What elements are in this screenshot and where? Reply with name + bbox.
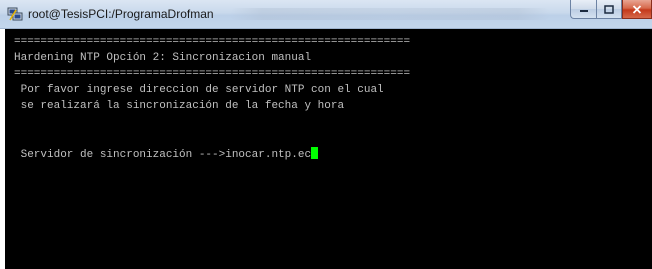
close-button[interactable] — [622, 0, 652, 19]
minimize-icon — [579, 10, 588, 12]
heading-line: Hardening NTP Opción 2: Sincronizacion m… — [14, 52, 312, 64]
input-line[interactable]: Servidor de sincronización --->inocar.nt… — [14, 147, 319, 162]
text-cursor — [311, 147, 319, 159]
terminal-screen[interactable]: ========================================… — [5, 29, 652, 269]
separator-line: ========================================… — [14, 36, 411, 48]
minimize-button[interactable] — [570, 0, 596, 19]
maximize-icon — [604, 4, 614, 14]
title-bar[interactable]: root@TesisPCI:/ProgramaDrofman — [0, 0, 652, 29]
prompt-instruction-line: Por favor ingrese direccion de servidor … — [14, 84, 384, 96]
maximize-button[interactable] — [596, 0, 622, 19]
putty-icon[interactable] — [7, 6, 23, 22]
separator-line: ========================================… — [14, 68, 411, 80]
close-icon — [632, 4, 642, 14]
window-title: root@TesisPCI:/ProgramaDrofman — [28, 7, 214, 21]
title-bar-glass — [230, 8, 550, 20]
server-input-text: Servidor de sincronización --->inocar.nt… — [14, 149, 312, 161]
terminal-window: root@TesisPCI:/ProgramaDrofman =========… — [0, 0, 652, 269]
window-controls — [570, 0, 652, 20]
prompt-instruction-line: se realizará la sincronización de la fec… — [14, 100, 345, 112]
